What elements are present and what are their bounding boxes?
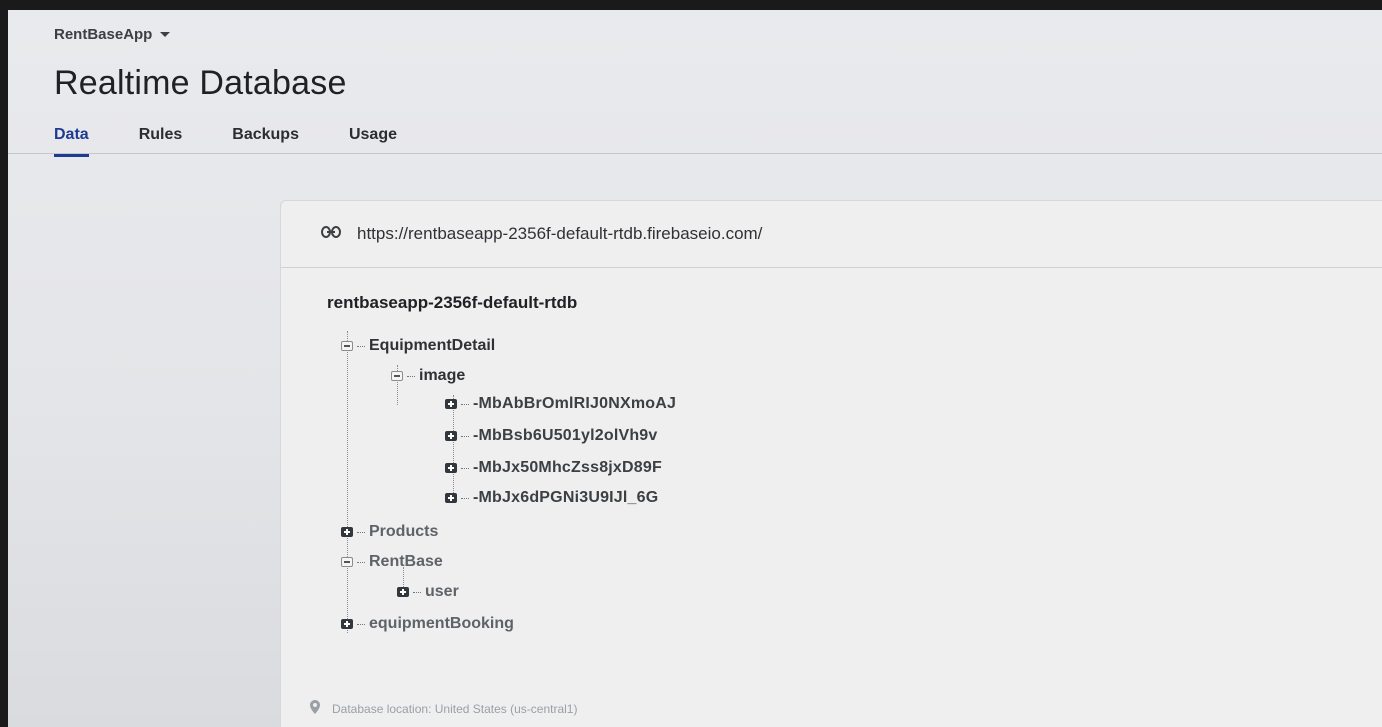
tree-node-image-key[interactable]: -MbBsb6U501yl2olVh9v bbox=[445, 427, 658, 445]
tree-node-rentbase[interactable]: RentBase bbox=[341, 553, 443, 571]
tree-node-user[interactable]: user bbox=[397, 583, 459, 601]
expand-icon[interactable] bbox=[341, 619, 353, 629]
tree-root[interactable]: rentbaseapp-2356f-default-rtdb bbox=[327, 293, 577, 313]
database-location: Database location: United States (us-cen… bbox=[310, 700, 577, 717]
tree-node-equipmentbooking[interactable]: equipmentBooking bbox=[341, 615, 514, 633]
tree-connector bbox=[347, 331, 348, 633]
screen: RentBaseApp Realtime Database Data Rules… bbox=[8, 10, 1382, 727]
database-url[interactable]: https://rentbaseapp-2356f-default-rtdb.f… bbox=[357, 224, 762, 244]
expand-icon[interactable] bbox=[445, 493, 457, 503]
location-pin-icon bbox=[310, 700, 320, 717]
expand-icon[interactable] bbox=[341, 527, 353, 537]
expand-icon[interactable] bbox=[445, 399, 457, 409]
tree-node-image-key[interactable]: -MbJx50MhcZss8jxD89F bbox=[445, 459, 662, 477]
expand-icon[interactable] bbox=[397, 587, 409, 597]
project-name: RentBaseApp bbox=[54, 26, 153, 43]
database-panel: https://rentbaseapp-2356f-default-rtdb.f… bbox=[280, 200, 1382, 727]
page-title: Realtime Database bbox=[54, 64, 347, 102]
tree-node-image[interactable]: image bbox=[391, 367, 465, 385]
tree-node-equipmentdetail[interactable]: EquipmentDetail bbox=[341, 337, 495, 355]
project-selector[interactable]: RentBaseApp bbox=[54, 26, 171, 43]
tree-node-image-key[interactable]: -MbJx6dPGNi3U9IJl_6G bbox=[445, 489, 658, 507]
link-icon[interactable] bbox=[321, 225, 341, 243]
database-url-bar: https://rentbaseapp-2356f-default-rtdb.f… bbox=[281, 201, 1382, 268]
expand-icon[interactable] bbox=[445, 431, 457, 441]
database-location-text: Database location: United States (us-cen… bbox=[332, 701, 578, 716]
tree-node-products[interactable]: Products bbox=[341, 523, 438, 541]
collapse-icon[interactable] bbox=[341, 341, 353, 351]
collapse-icon[interactable] bbox=[391, 371, 403, 381]
chevron-down-icon bbox=[160, 32, 171, 37]
collapse-icon[interactable] bbox=[341, 557, 353, 567]
tree-node-image-key[interactable]: -MbAbBrOmlRIJ0NXmoAJ bbox=[445, 395, 676, 413]
expand-icon[interactable] bbox=[445, 463, 457, 473]
data-tree: rentbaseapp-2356f-default-rtdb bbox=[327, 293, 577, 313]
tab-divider bbox=[8, 153, 1382, 154]
